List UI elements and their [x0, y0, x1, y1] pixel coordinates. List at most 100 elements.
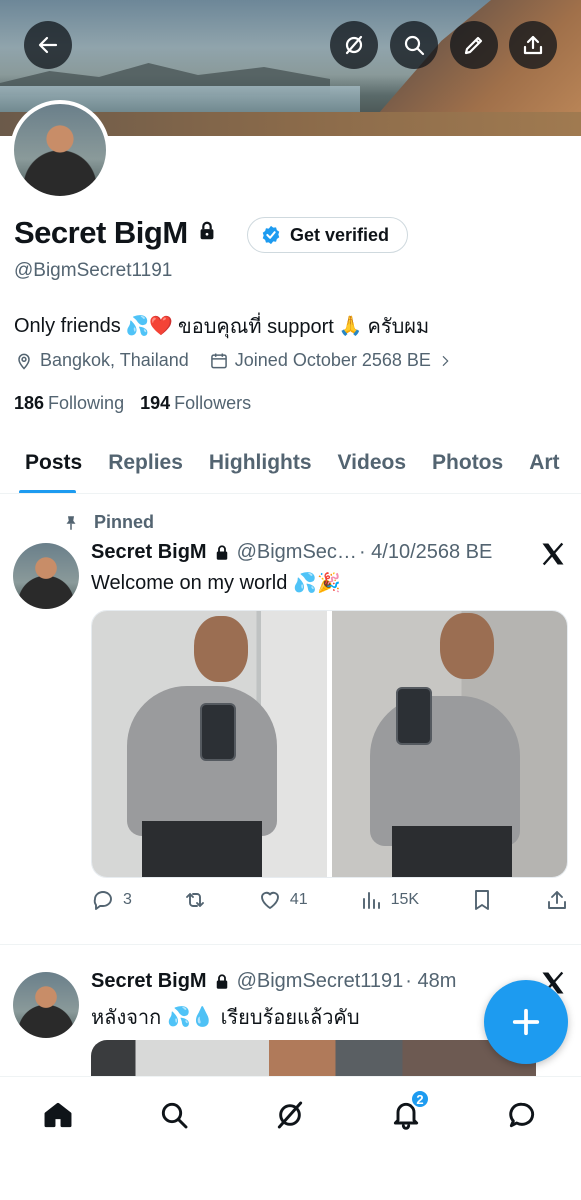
- display-name: Secret BigM: [14, 215, 188, 250]
- like-count: 41: [289, 891, 308, 908]
- search-icon: [161, 1102, 188, 1129]
- post-author[interactable]: Secret BigM: [91, 541, 207, 564]
- share-button[interactable]: [509, 21, 557, 69]
- grok-icon: [277, 1101, 303, 1129]
- post-photo-1[interactable]: [92, 611, 327, 877]
- joined-item[interactable]: Joined October 2568 BE: [209, 350, 453, 371]
- post-date[interactable]: · 4/10/2568 BE: [359, 541, 492, 564]
- post-photo-2[interactable]: [332, 611, 567, 877]
- compose-button[interactable]: [484, 980, 568, 1064]
- post-text-2: เรียบร้อยแล้วคับ: [220, 1007, 360, 1029]
- post-avatar[interactable]: [13, 972, 79, 1038]
- repost-icon: [185, 893, 204, 907]
- nav-notifications[interactable]: 2: [386, 1089, 430, 1135]
- search-icon: [404, 35, 425, 56]
- home-icon: [44, 1102, 72, 1128]
- bio-emoji-2: 🙏: [338, 316, 363, 337]
- x-logo-icon[interactable]: [539, 540, 567, 568]
- photo-head: [440, 613, 494, 679]
- like-action[interactable]: 41: [258, 888, 308, 912]
- reply-count: 3: [123, 891, 132, 908]
- post-share-action[interactable]: [545, 888, 569, 912]
- nav-grok[interactable]: [270, 1095, 310, 1135]
- grok-icon: [345, 35, 363, 55]
- bookmark-icon: [475, 890, 489, 910]
- bio-text-3: ครับผม: [367, 316, 430, 338]
- lock-icon: [196, 220, 218, 247]
- pinned-post-text: Welcome on my world 💦🎉: [91, 571, 341, 595]
- post-handle[interactable]: @BigmSec…: [237, 541, 357, 564]
- location-text: Bangkok, Thailand: [40, 350, 189, 370]
- followers-count: 194: [140, 393, 171, 413]
- second-post-text: หลังจาก 💦💧 เรียบร้อยแล้วคับ: [91, 1001, 360, 1033]
- get-verified-button[interactable]: Get verified: [247, 217, 409, 253]
- pencil-icon: [464, 36, 483, 55]
- follow-stats: 186 Following 194 Followers: [14, 393, 251, 414]
- get-verified-label: Get verified: [290, 224, 390, 245]
- tab-posts[interactable]: Posts: [0, 432, 95, 493]
- notifications-badge: 2: [410, 1089, 430, 1109]
- photo-shirt: [370, 696, 520, 846]
- chevron-right-icon: [442, 355, 449, 366]
- bio-text-1: Only friends: [14, 314, 121, 337]
- followers-label: Followers: [174, 393, 252, 413]
- post-emoji: 💦🎉: [293, 573, 341, 594]
- reply-action[interactable]: 3: [91, 888, 132, 912]
- views-action[interactable]: 15K: [359, 888, 419, 912]
- bio-emoji-1: 💦❤️: [125, 316, 174, 337]
- location-item: Bangkok, Thailand: [14, 350, 189, 371]
- tab-videos[interactable]: Videos: [325, 432, 419, 493]
- second-post-media[interactable]: [91, 1040, 536, 1080]
- share-icon: [523, 35, 543, 55]
- photo-head: [194, 616, 248, 682]
- plus-icon: [512, 1008, 540, 1036]
- photo-pants: [392, 826, 512, 877]
- pin-icon: [66, 515, 76, 530]
- pinned-indicator: Pinned: [62, 512, 154, 533]
- views-chart-icon: [362, 892, 380, 909]
- tab-highlights[interactable]: Highlights: [196, 432, 325, 493]
- bottom-nav: 2: [0, 1076, 581, 1200]
- post-text-1: หลังจาก: [91, 1007, 162, 1029]
- photo-phone: [200, 703, 236, 761]
- post-media[interactable]: [91, 610, 568, 878]
- pinned-post-header: Secret BigM @BigmSec… · 4/10/2568 BE: [91, 541, 492, 564]
- following-count: 186: [14, 393, 45, 413]
- verified-badge-icon: [262, 225, 280, 245]
- post-text-content: Welcome on my world: [91, 571, 288, 594]
- back-button[interactable]: [24, 21, 72, 69]
- edit-button[interactable]: [450, 21, 498, 69]
- search-button[interactable]: [390, 21, 438, 69]
- name-row: Secret BigM: [14, 215, 218, 251]
- nav-search[interactable]: [154, 1095, 194, 1135]
- profile-tabs: Posts Replies Highlights Videos Photos A…: [0, 432, 581, 494]
- followers-link[interactable]: 194 Followers: [140, 393, 251, 414]
- following-link[interactable]: 186 Following: [14, 393, 124, 414]
- calendar-icon: [210, 353, 227, 368]
- profile-avatar[interactable]: [10, 100, 110, 200]
- share-icon: [547, 891, 566, 909]
- following-label: Following: [48, 393, 125, 413]
- tab-articles[interactable]: Art: [516, 432, 572, 493]
- grok-button[interactable]: [330, 21, 378, 69]
- second-post-header: Secret BigM @BigmSecret1191 · 48m: [91, 970, 456, 993]
- post-time[interactable]: · 48m: [405, 970, 456, 993]
- post-emoji: 💦💧: [167, 1007, 215, 1028]
- bookmark-action[interactable]: [470, 888, 494, 912]
- lock-icon: [216, 544, 227, 560]
- post-avatar[interactable]: [13, 543, 79, 609]
- post-actions: 3 41 15K: [91, 888, 569, 912]
- post-author[interactable]: Secret BigM: [91, 970, 207, 993]
- views-count: 15K: [390, 891, 420, 908]
- nav-messages[interactable]: [502, 1095, 542, 1135]
- repost-action[interactable]: [183, 888, 207, 912]
- heart-icon: [260, 891, 279, 909]
- location-pin-icon: [18, 353, 30, 370]
- tab-replies[interactable]: Replies: [95, 432, 196, 493]
- post-handle[interactable]: @BigmSecret1191: [237, 970, 404, 993]
- photo-phone: [396, 687, 432, 745]
- profile-handle: @BigmSecret1191: [14, 260, 173, 281]
- lock-icon: [216, 973, 227, 989]
- nav-home[interactable]: [38, 1095, 78, 1135]
- tab-photos[interactable]: Photos: [419, 432, 516, 493]
